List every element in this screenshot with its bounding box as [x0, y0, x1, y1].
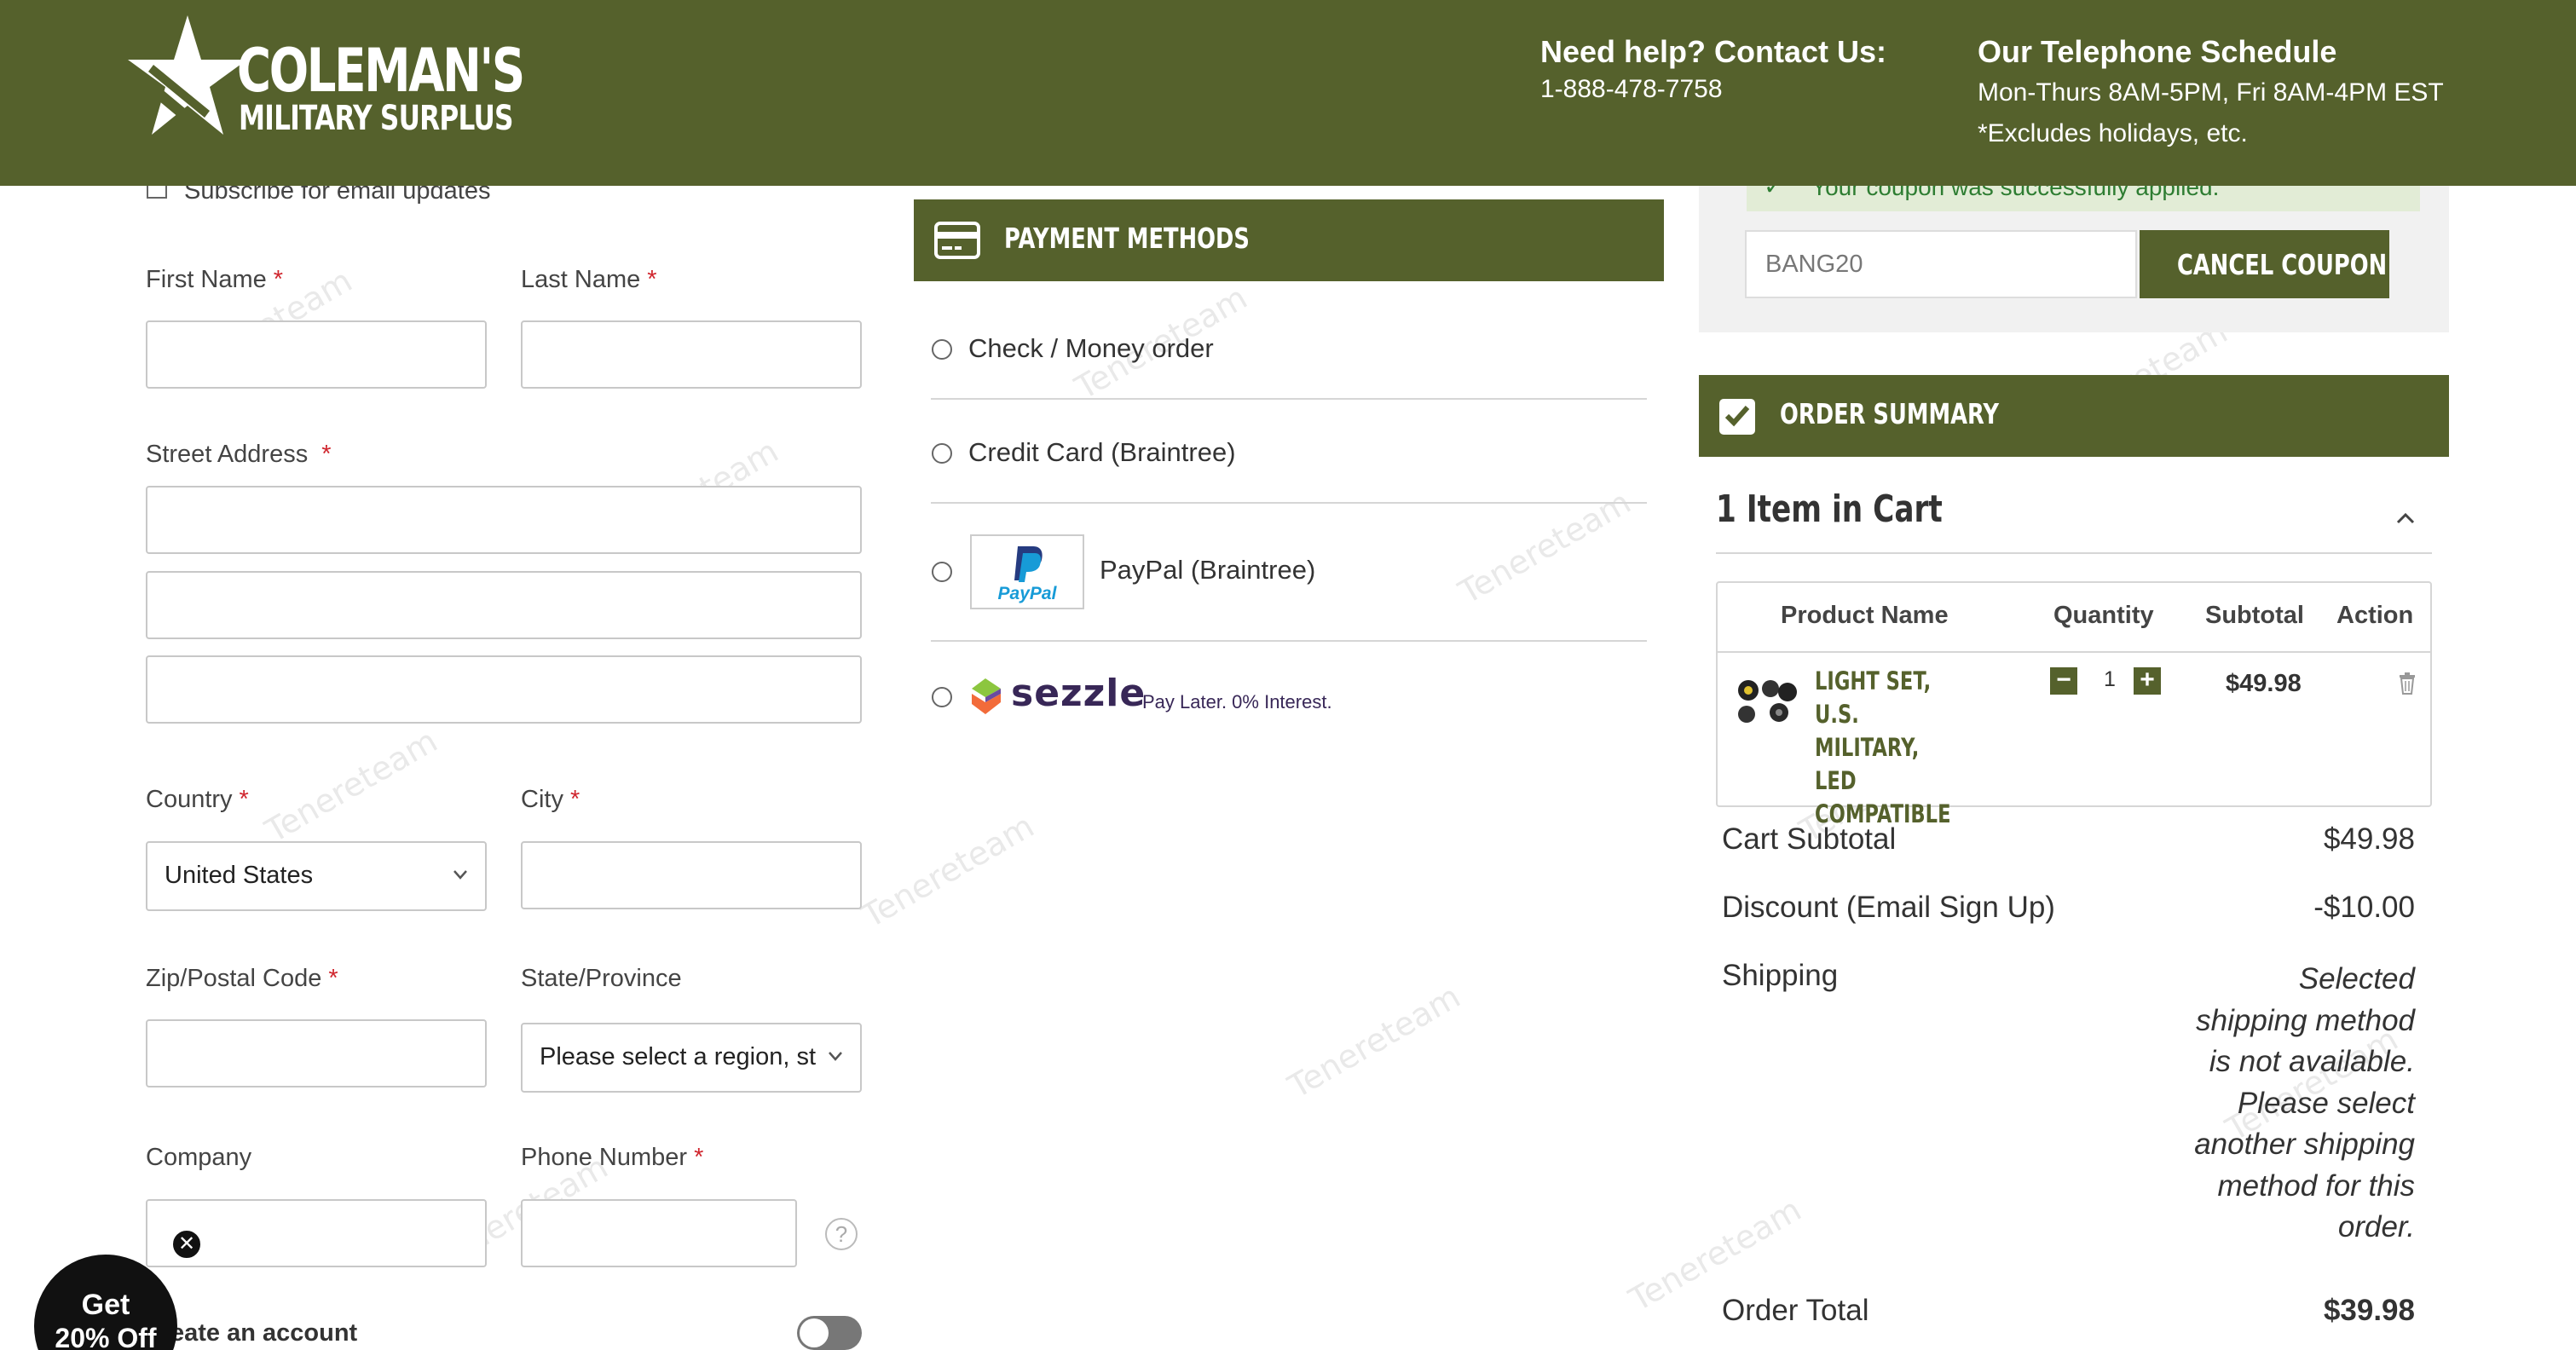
- chevron-down-icon: [829, 1052, 842, 1061]
- state-select-value: Please select a region, st: [540, 1043, 817, 1070]
- payment-divider: [931, 502, 1647, 504]
- checkbox-checked-icon: [1719, 399, 1755, 435]
- company-label: Company: [146, 1144, 252, 1171]
- logo-subtitle: MILITARY SURPLUS: [239, 99, 514, 138]
- cart-items-table: Product Name Quantity Subtotal Action LI…: [1716, 581, 2432, 828]
- order-summary-header: ORDER SUMMARY: [1699, 375, 2449, 457]
- column-header-quantity: Quantity: [2053, 602, 2154, 629]
- column-header-product: Product Name: [1781, 602, 1949, 629]
- payment-methods-header: PAYMENT METHODS: [914, 199, 1664, 281]
- last-name-field[interactable]: [521, 320, 862, 389]
- city-field[interactable]: [521, 841, 862, 909]
- sezzle-icon: [972, 678, 1001, 714]
- first-name-label: First Name *: [146, 266, 284, 293]
- promo-line2: 20% Off: [55, 1323, 157, 1350]
- phone-help-icon[interactable]: ?: [825, 1218, 858, 1250]
- product-thumbnail[interactable]: [1731, 673, 1801, 726]
- paypal-logo-text: PayPal: [997, 584, 1057, 603]
- table-header-divider: [1718, 651, 2430, 653]
- street-address-line3-field[interactable]: [146, 655, 862, 724]
- item-subtotal: $49.98: [2226, 670, 2302, 697]
- cart-divider: [1716, 552, 2432, 554]
- credit-card-braintree-radio[interactable]: [932, 443, 952, 464]
- zip-field[interactable]: [146, 1019, 487, 1088]
- street-address-line2-field[interactable]: [146, 571, 862, 639]
- last-name-label: Last Name *: [521, 266, 657, 293]
- phone-label: Phone Number *: [521, 1144, 704, 1171]
- order-total-label: Order Total: [1722, 1294, 1869, 1327]
- cart-subtotal-label: Cart Subtotal: [1722, 822, 1897, 856]
- shipping-message: Selected shipping method is not availabl…: [2194, 962, 2415, 1243]
- create-account-label: eate an account: [170, 1319, 358, 1347]
- schedule-note: *Excludes holidays, etc.: [1978, 119, 2248, 147]
- payment-divider: [931, 398, 1647, 400]
- close-icon[interactable]: ✕: [170, 1228, 203, 1261]
- coupon-code-value: BANG20: [1765, 251, 1863, 278]
- order-summary-title: ORDER SUMMARY: [1780, 397, 2000, 430]
- paypal-braintree-radio[interactable]: [932, 562, 952, 582]
- coupon-code-input[interactable]: BANG20: [1745, 230, 2137, 298]
- schedule-hours: Mon-Thurs 8AM-5PM, Fri 8AM-4PM EST: [1978, 78, 2444, 107]
- site-header: COLEMAN'S MILITARY SURPLUS Need help? Co…: [0, 0, 2576, 186]
- country-select-value: United States: [165, 862, 314, 889]
- column-header-action: Action: [2336, 602, 2414, 629]
- sezzle-logo-text: sezzle: [1011, 672, 1146, 715]
- street-address-label: Street Address *: [146, 441, 332, 468]
- coupon-panel: ✓ Your coupon was successfully applied. …: [1699, 169, 2449, 332]
- create-account-toggle[interactable]: [797, 1316, 862, 1350]
- chevron-down-icon: [453, 870, 467, 880]
- state-select[interactable]: Please select a region, st: [521, 1023, 862, 1093]
- phone-field[interactable]: [521, 1199, 797, 1267]
- shipping-label: Shipping: [1722, 959, 1839, 992]
- paypal-logo: PayPal: [970, 534, 1084, 609]
- cart-subtotal-value: $49.98: [2323, 822, 2415, 856]
- credit-card-icon: [934, 222, 980, 259]
- zip-label: Zip/Postal Code *: [146, 965, 338, 992]
- paypal-braintree-label[interactable]: PayPal (Braintree): [1100, 555, 1315, 586]
- help-phone-link[interactable]: 1-888-478-7758: [1540, 75, 1723, 104]
- payment-divider: [931, 640, 1647, 642]
- toggle-knob: [800, 1318, 829, 1347]
- quantity-decrease-button[interactable]: −: [2050, 667, 2077, 695]
- discount-value: -$10.00: [2313, 891, 2415, 924]
- sezzle-tagline[interactable]: Pay Later. 0% Interest.: [1142, 691, 1332, 713]
- check-money-order-label[interactable]: Check / Money order: [968, 333, 1214, 364]
- cancel-coupon-label: CANCEL COUPON: [2177, 248, 2388, 281]
- promo-badge[interactable]: Get 20% Off: [34, 1255, 177, 1350]
- product-name-link[interactable]: LIGHT SET, U.S. MILITARY, LED COMPATIBLE: [1815, 665, 1961, 831]
- city-label: City *: [521, 786, 580, 813]
- star-logo-icon: [128, 15, 247, 135]
- credit-card-braintree-label[interactable]: Credit Card (Braintree): [968, 437, 1236, 468]
- column-header-subtotal: Subtotal: [2205, 602, 2304, 629]
- order-total-value: $39.98: [2323, 1294, 2415, 1327]
- country-label: Country *: [146, 786, 249, 813]
- country-select[interactable]: United States: [146, 841, 487, 911]
- sezzle-radio[interactable]: [932, 687, 952, 707]
- promo-line1: Get: [81, 1289, 130, 1321]
- trash-icon[interactable]: [2398, 672, 2417, 695]
- street-address-line1-field[interactable]: [146, 486, 862, 554]
- paypal-icon: [1014, 546, 1043, 582]
- items-in-cart-toggle[interactable]: 1 Item in Cart: [1716, 488, 1943, 531]
- quantity-value[interactable]: 1: [2093, 667, 2127, 692]
- first-name-field[interactable]: [146, 320, 487, 389]
- schedule-title: Our Telephone Schedule: [1978, 34, 2337, 69]
- help-title: Need help? Contact Us:: [1540, 34, 1887, 69]
- check-money-order-radio[interactable]: [932, 339, 952, 360]
- cancel-coupon-button[interactable]: CANCEL COUPON: [2140, 230, 2389, 298]
- chevron-up-icon[interactable]: [2394, 510, 2417, 527]
- discount-label: Discount (Email Sign Up): [1722, 891, 2055, 924]
- state-label: State/Province: [521, 965, 682, 992]
- logo-wordmark[interactable]: COLEMAN'S: [237, 36, 525, 106]
- payment-methods-title: PAYMENT METHODS: [1004, 222, 1250, 255]
- quantity-increase-button[interactable]: +: [2134, 667, 2161, 695]
